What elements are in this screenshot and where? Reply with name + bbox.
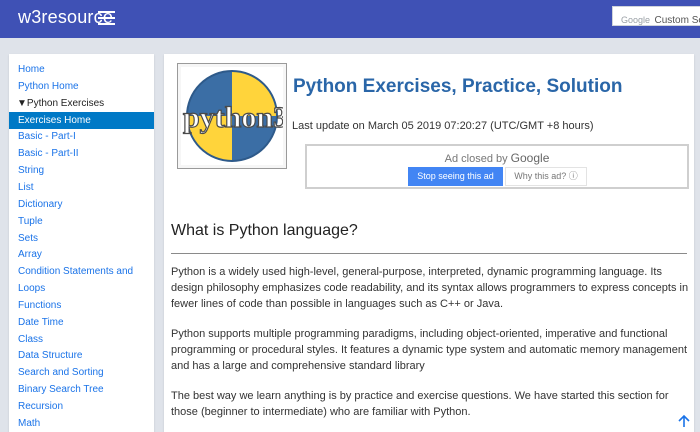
- ad-closed-text: Ad closed by: [444, 153, 508, 165]
- python-logo-icon: python3: [181, 67, 283, 165]
- sidebar-item-basic-part-2[interactable]: Basic - Part-II: [9, 145, 154, 162]
- main-content: python3 Python Exercises, Practice, Solu…: [164, 54, 694, 432]
- sidebar-item-basic-part-1[interactable]: Basic - Part-I: [9, 128, 154, 145]
- sidebar-item-loops[interactable]: Loops: [9, 280, 154, 297]
- ad-closed-box: Ad closed by Google Stop seeing this ad …: [305, 144, 689, 189]
- info-icon: ⓘ: [568, 171, 578, 181]
- section-heading: What is Python language?: [171, 222, 358, 239]
- sidebar-item-search-sorting[interactable]: Search and Sorting: [9, 364, 154, 381]
- sidebar-item-math[interactable]: Math: [9, 415, 154, 432]
- top-navbar: w3resource Google Custom Se: [0, 0, 700, 38]
- sidebar-item-string[interactable]: String: [9, 162, 154, 179]
- last-update-text: Last update on March 05 2019 07:20:27 (U…: [292, 120, 594, 132]
- sidebar-item-binary-search-tree[interactable]: Binary Search Tree: [9, 381, 154, 398]
- sidebar-item-python-home[interactable]: Python Home: [9, 78, 154, 95]
- sidebar-item-class[interactable]: Class: [9, 331, 154, 348]
- search-placeholder: Custom Se: [654, 15, 700, 26]
- sidebar-item-data-structure[interactable]: Data Structure: [9, 347, 154, 364]
- paragraph-3: The best way we learn anything is by pra…: [171, 390, 669, 418]
- sidebar-item-tuple[interactable]: Tuple: [9, 213, 154, 230]
- paragraph-2: Python supports multiple programming par…: [171, 328, 688, 372]
- search-brand-label: Google: [621, 15, 651, 25]
- why-this-ad-button[interactable]: Why this ad? ⓘ: [505, 167, 587, 186]
- sidebar: Home Python Home ▼Python Exercises Exercise…: [9, 54, 154, 432]
- python-logo: python3: [177, 63, 287, 169]
- sidebar-item-functions[interactable]: Functions: [9, 297, 154, 314]
- logo-text: python3: [183, 101, 283, 134]
- section-divider: [171, 253, 687, 254]
- sidebar-item-condition-statements[interactable]: Condition Statements and: [9, 263, 154, 280]
- sidebar-item-dictionary[interactable]: Dictionary: [9, 196, 154, 213]
- ad-closed-label: Ad closed by Google: [307, 151, 687, 165]
- sidebar-item-list[interactable]: List: [9, 179, 154, 196]
- page-title: Python Exercises, Practice, Solution: [293, 76, 623, 97]
- why-this-ad-label: Why this ad?: [514, 171, 567, 181]
- sidebar-item-sets[interactable]: Sets: [9, 230, 154, 247]
- search-input[interactable]: Google Custom Se: [612, 6, 700, 26]
- stop-seeing-ad-button[interactable]: Stop seeing this ad: [408, 167, 503, 186]
- sidebar-item-home[interactable]: Home: [9, 61, 154, 78]
- sidebar-item-recursion[interactable]: Recursion: [9, 398, 154, 415]
- paragraph-1: Python is a widely used high-level, gene…: [171, 266, 689, 310]
- menu-icon[interactable]: [98, 11, 115, 25]
- sidebar-item-array[interactable]: Array: [9, 246, 154, 263]
- sidebar-item-python-exercises[interactable]: ▼Python Exercises: [9, 95, 154, 112]
- sidebar-item-date-time[interactable]: Date Time: [9, 314, 154, 331]
- ad-closed-brand: Google: [510, 151, 550, 165]
- sidebar-item-exercises-home[interactable]: Exercises Home: [9, 111, 154, 129]
- scroll-to-top-icon[interactable]: [677, 414, 691, 428]
